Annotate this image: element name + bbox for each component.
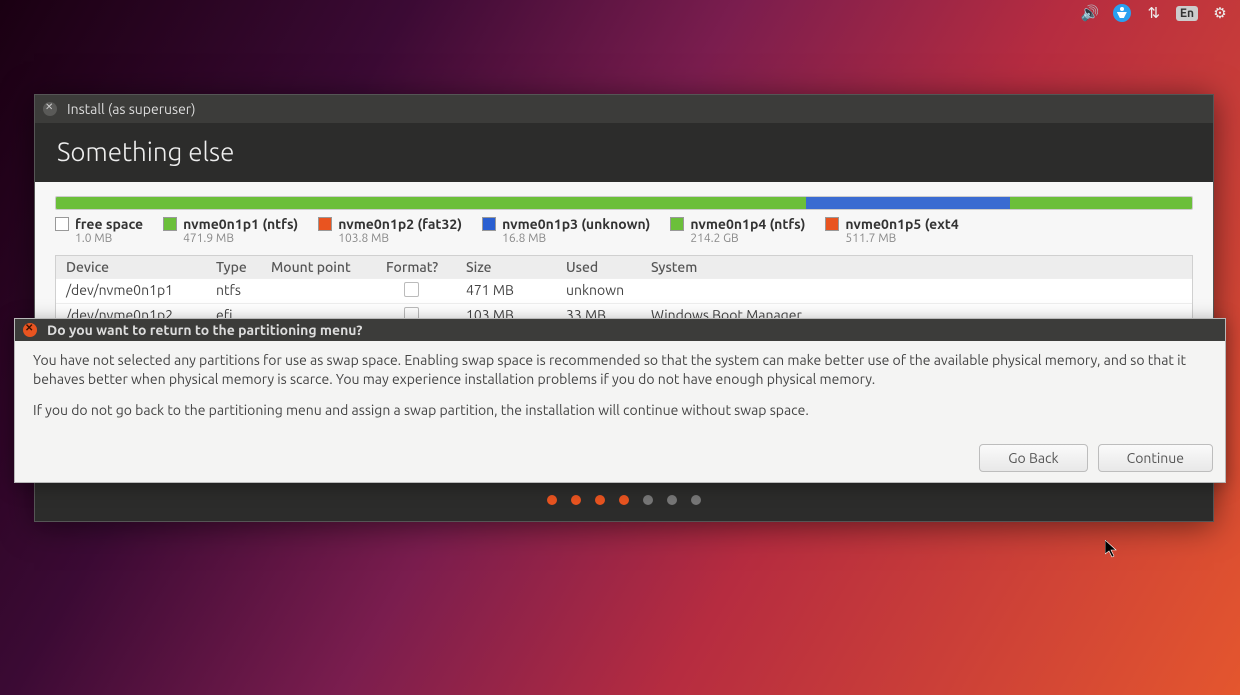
partition-legend: free space1.0 MB nvme0n1p1 (ntfs)471.9 MB… (55, 216, 1193, 245)
legend-item: nvme0n1p4 (ntfs)214.2 GB (670, 216, 805, 245)
close-icon[interactable] (23, 323, 37, 337)
progress-dot (691, 495, 701, 505)
gear-icon[interactable] (1210, 3, 1230, 23)
close-icon[interactable] (43, 102, 57, 116)
network-icon[interactable] (1144, 3, 1164, 23)
go-back-button[interactable]: Go Back (979, 444, 1087, 472)
dialog-body: You have not selected any partitions for… (15, 341, 1225, 444)
legend-item: nvme0n1p2 (fat32)103.8 MB (318, 216, 462, 245)
page-title: Something else (35, 123, 1213, 182)
continue-button[interactable]: Continue (1098, 444, 1213, 472)
dialog-paragraph-1: You have not selected any partitions for… (33, 351, 1207, 389)
progress-dot (643, 495, 653, 505)
volume-icon[interactable] (1080, 3, 1100, 23)
dialog-paragraph-2: If you do not go back to the partitionin… (33, 401, 1207, 420)
progress-dot (595, 495, 605, 505)
table-row[interactable]: /dev/nvme0n1p1ntfs471 MBunknown (56, 278, 1192, 303)
cursor-icon (1105, 540, 1119, 560)
swap-warning-dialog: Do you want to return to the partitionin… (14, 318, 1226, 483)
window-title: Install (as superuser) (67, 101, 196, 117)
partition-table-header: DeviceTypeMount pointFormat?SizeUsedSyst… (56, 256, 1192, 278)
legend-item: free space1.0 MB (55, 216, 143, 245)
partition-usage-bar (55, 196, 1193, 210)
progress-dot (667, 495, 677, 505)
progress-dot (619, 495, 629, 505)
progress-dot (571, 495, 581, 505)
legend-item: nvme0n1p1 (ntfs)471.9 MB (163, 216, 298, 245)
dialog-titlebar: Do you want to return to the partitionin… (15, 319, 1225, 341)
top-panel: En (1070, 0, 1240, 26)
language-indicator[interactable]: En (1176, 6, 1198, 21)
legend-item: nvme0n1p3 (unknown)16.8 MB (482, 216, 650, 245)
dialog-title-text: Do you want to return to the partitionin… (47, 322, 362, 338)
accessibility-icon[interactable] (1112, 3, 1132, 23)
progress-dots (35, 479, 1213, 521)
window-titlebar: Install (as superuser) (35, 95, 1213, 123)
legend-item: nvme0n1p5 (ext4511.7 MB (825, 216, 958, 245)
progress-dot (547, 495, 557, 505)
dialog-buttons: Go Back Continue (15, 444, 1225, 482)
format-checkbox[interactable] (404, 282, 419, 297)
